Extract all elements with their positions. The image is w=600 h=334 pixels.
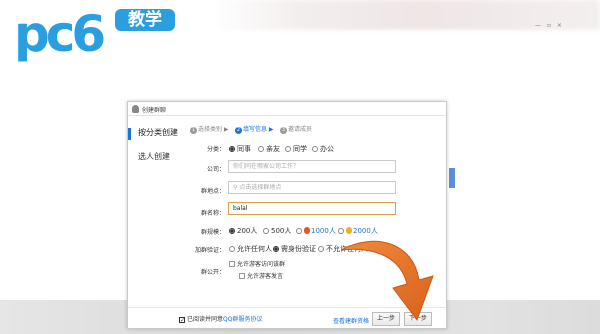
agree-terms-checkbox[interactable]: 已阅读并同意QQ群服务协议	[179, 314, 262, 323]
public-label: 群公开：	[200, 269, 225, 276]
sidebar-item-by-category[interactable]: 按分类创建	[138, 127, 178, 138]
group-size-200[interactable]: 200人	[229, 226, 257, 236]
category-radio-classmates[interactable]: 同学	[285, 144, 307, 154]
join-verify-anyone[interactable]: 允许任何人	[229, 244, 272, 254]
dialog-titlebar[interactable]: 创建群聊	[128, 102, 446, 116]
pc6-logo: pc6 教学	[14, 4, 194, 64]
qq-group-terms-link[interactable]: QQ群服务协议	[223, 316, 262, 323]
group-size-500[interactable]: 500人	[263, 226, 291, 236]
step-2: 2 填写信息 ▶	[235, 126, 274, 134]
logo-letters: pc6	[14, 5, 106, 63]
group-size-label: 群规模：	[200, 229, 225, 236]
group-size-1000[interactable]: 1000人	[296, 226, 336, 236]
group-name-input[interactable]: balal	[228, 202, 396, 215]
step-3: 3 邀请成员	[280, 126, 313, 134]
category-label: 分类：	[206, 146, 225, 153]
company-input[interactable]: 你们同在哪家公司工作？	[228, 160, 396, 173]
logo-badge: 教学	[115, 9, 175, 31]
background-window-edge	[449, 168, 455, 188]
step-1: 1 选择类别 ▶	[190, 126, 229, 134]
category-radio-office[interactable]: 办公	[312, 144, 334, 154]
category-radio-colleague[interactable]: 同事	[229, 144, 251, 154]
join-verify-identity[interactable]: 需身份验证	[273, 244, 316, 254]
dialog-title: 创建群聊	[142, 107, 167, 114]
qq-penguin-icon	[132, 105, 139, 113]
join-verify-label: 加群验证：	[194, 247, 225, 254]
category-radio-friends[interactable]: 亲友	[258, 144, 280, 154]
location-label: 群地点：	[200, 188, 225, 195]
allow-guest-visit-checkbox[interactable]: 允许游客访问该群	[229, 259, 285, 268]
orange-pointer-arrow	[340, 240, 434, 322]
window-controls: — ▫ ×	[535, 22, 564, 29]
location-input[interactable]: ⚲ 点击选择群地点	[228, 181, 396, 194]
svip-penguin-icon	[304, 227, 310, 234]
sidebar-active-indicator	[128, 128, 131, 140]
company-label: 公司：	[206, 166, 225, 173]
allow-guest-speak-checkbox[interactable]: 允许游客发言	[239, 271, 283, 280]
group-name-label: 群名称：	[200, 210, 225, 217]
